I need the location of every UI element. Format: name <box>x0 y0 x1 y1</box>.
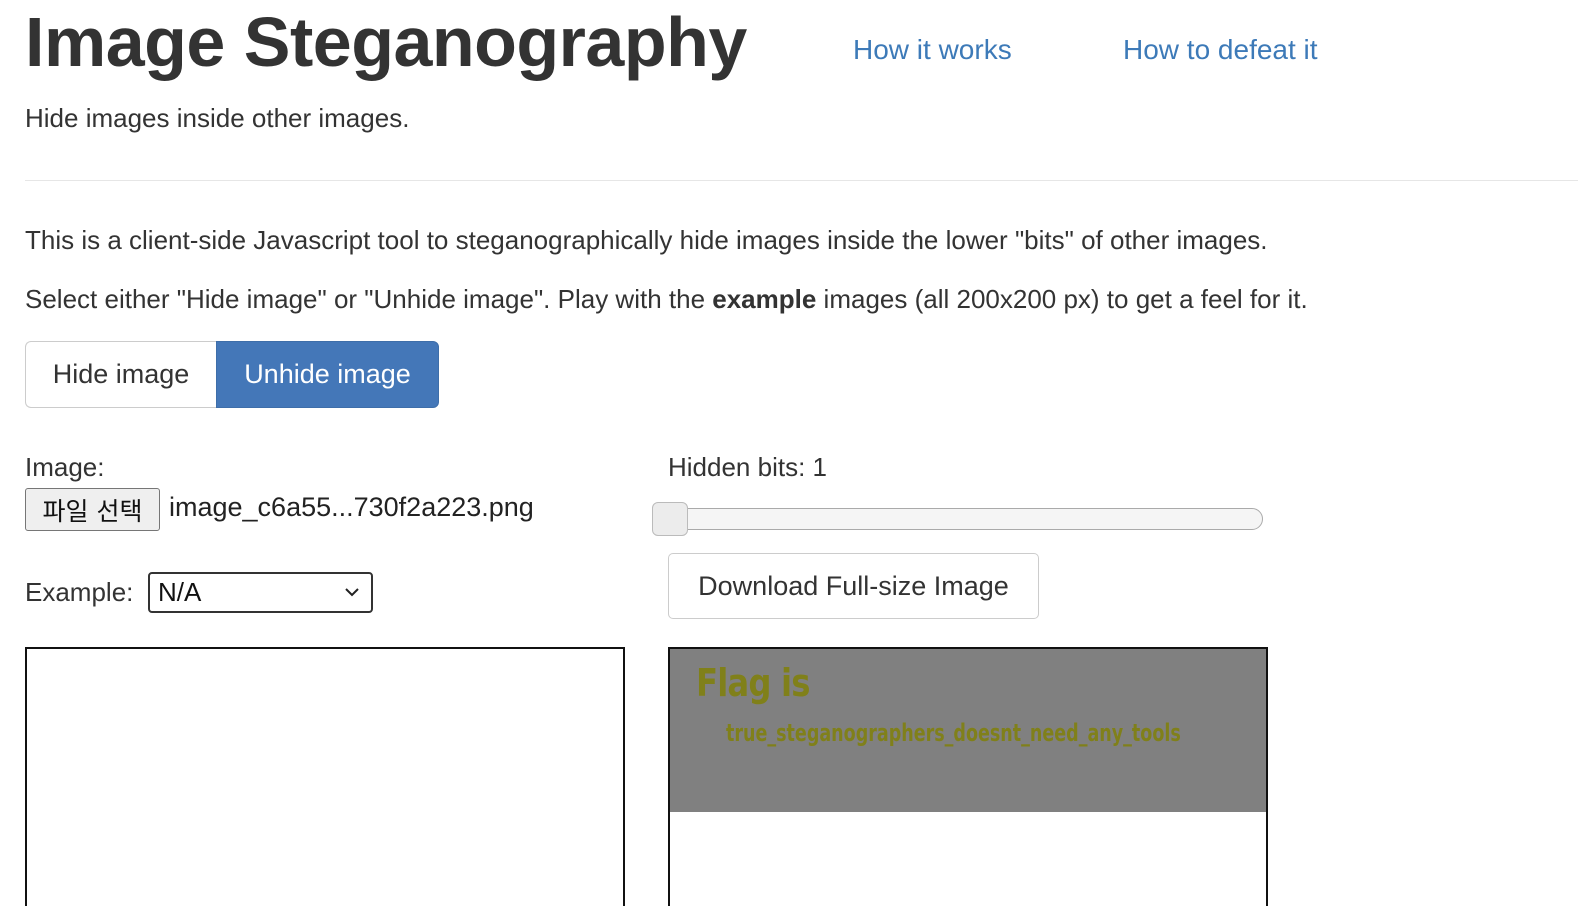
unhide-image-button[interactable]: Unhide image <box>216 341 439 408</box>
nav-link-how-it-works[interactable]: How it works <box>853 34 1012 66</box>
instructions-text-suffix: images (all 200x200 px) to get a feel fo… <box>816 284 1308 314</box>
hidden-bits-label: Hidden bits: 1 <box>668 452 827 482</box>
revealed-flag-text: true_steganographers_doesnt_need_any_too… <box>726 719 1181 747</box>
instructions-paragraph: Select either "Hide image" or "Unhide im… <box>25 284 1308 315</box>
header-divider <box>25 180 1578 181</box>
example-select-value: N/A <box>158 577 202 607</box>
source-image-canvas <box>25 647 625 906</box>
hidden-bits-slider-thumb[interactable] <box>652 502 688 536</box>
page: Image Steganography How it works How to … <box>0 0 1578 906</box>
download-full-size-button[interactable]: Download Full-size Image <box>668 553 1039 619</box>
revealed-flag-heading: Flag is <box>696 661 810 705</box>
hidden-bits-slider[interactable] <box>652 508 1263 530</box>
intro-paragraph: This is a client-side Javascript tool to… <box>25 225 1268 255</box>
page-title: Image Steganography <box>25 3 747 81</box>
hide-image-button[interactable]: Hide image <box>25 341 216 408</box>
selected-file-name: image_c6a55...730f2a223.png <box>169 492 534 522</box>
mode-toggle-group: Hide image Unhide image <box>25 341 439 408</box>
image-label: Image: <box>25 452 105 482</box>
instructions-text-prefix: Select either "Hide image" or "Unhide im… <box>25 284 713 314</box>
chevron-down-icon <box>345 588 359 597</box>
example-select[interactable]: N/A <box>148 572 373 613</box>
page-subtitle: Hide images inside other images. <box>25 103 410 133</box>
result-image-canvas: Flag is true_steganographers_doesnt_need… <box>668 647 1268 906</box>
nav-link-how-to-defeat-it[interactable]: How to defeat it <box>1123 34 1318 66</box>
choose-file-button[interactable]: 파일 선택 <box>25 488 160 531</box>
revealed-image: Flag is true_steganographers_doesnt_need… <box>670 649 1266 812</box>
instructions-bold-example: example <box>712 284 817 314</box>
example-label: Example: <box>25 577 134 607</box>
